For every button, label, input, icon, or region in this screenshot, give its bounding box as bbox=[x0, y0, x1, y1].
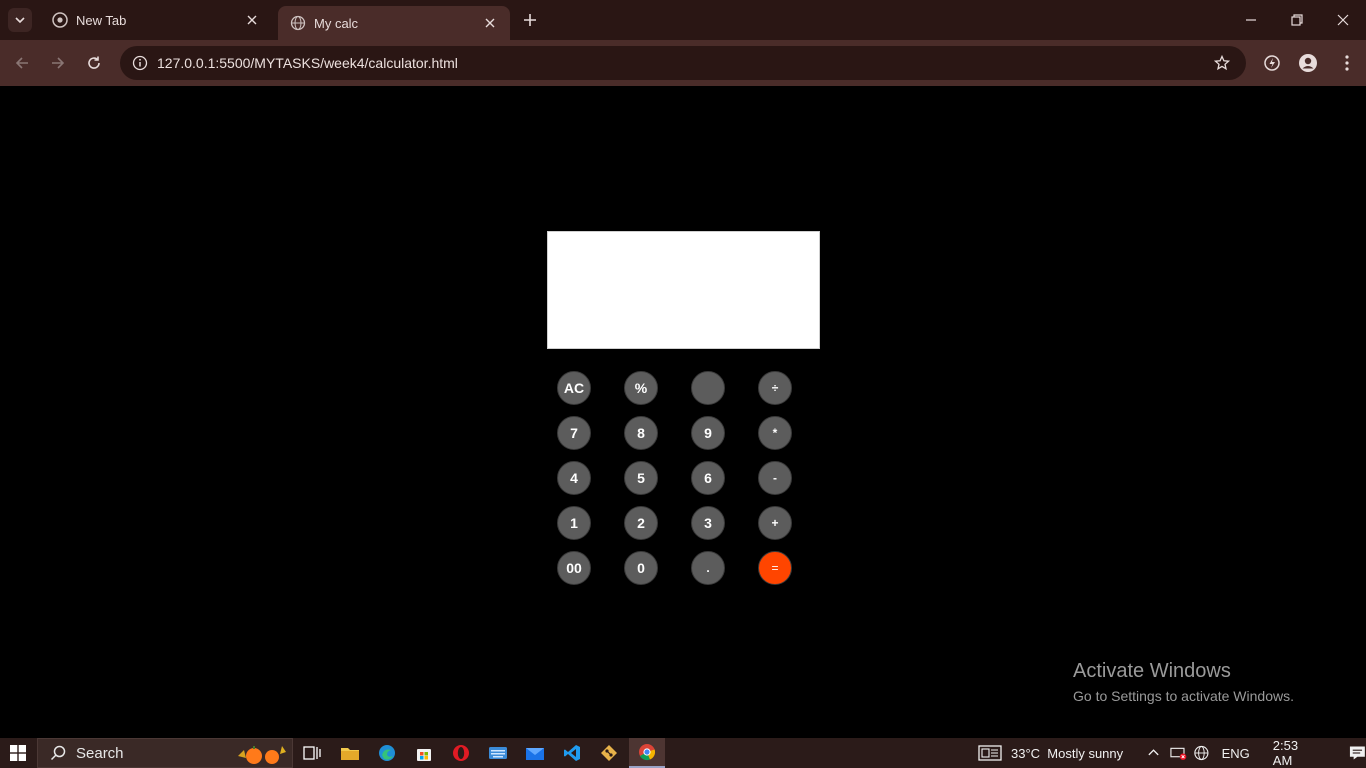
key-8[interactable]: 8 bbox=[624, 416, 658, 450]
bookmark-star-icon[interactable] bbox=[1210, 51, 1234, 75]
key-percent[interactable]: % bbox=[624, 371, 658, 405]
task-view-icon bbox=[303, 746, 321, 760]
tab-my-calc[interactable]: My calc bbox=[278, 6, 510, 40]
notification-icon[interactable] bbox=[1349, 745, 1366, 761]
minimize-button[interactable] bbox=[1228, 0, 1274, 40]
network-disconnected-icon[interactable] bbox=[1170, 745, 1187, 761]
taskbar-opera[interactable] bbox=[443, 738, 479, 768]
close-window-button[interactable] bbox=[1320, 0, 1366, 40]
taskbar: Search 33°C Mostly sunny ENG 2:53 AM bbox=[0, 738, 1366, 768]
store-icon bbox=[417, 749, 431, 761]
edge-icon bbox=[379, 745, 395, 761]
key-1[interactable]: 1 bbox=[557, 506, 591, 540]
performance-icon[interactable] bbox=[1258, 49, 1286, 77]
key-2[interactable]: 2 bbox=[624, 506, 658, 540]
key-6[interactable]: 6 bbox=[691, 461, 725, 495]
chrome-icon bbox=[52, 12, 68, 28]
key-3[interactable]: 3 bbox=[691, 506, 725, 540]
key-5[interactable]: 5 bbox=[624, 461, 658, 495]
taskbar-vscode[interactable] bbox=[554, 738, 590, 768]
taskbar-edge[interactable] bbox=[369, 738, 405, 768]
key-7[interactable]: 7 bbox=[557, 416, 591, 450]
forward-button[interactable] bbox=[42, 47, 74, 79]
globe-icon[interactable] bbox=[1193, 744, 1210, 762]
vscode-icon bbox=[564, 745, 580, 761]
plus-icon bbox=[524, 14, 536, 26]
reload-icon bbox=[88, 56, 100, 69]
calculator-display bbox=[547, 231, 820, 349]
mail-icon bbox=[526, 748, 544, 760]
weather-text: 33°C Mostly sunny bbox=[1011, 745, 1124, 761]
watermark-title: Activate Windows bbox=[1073, 660, 1231, 682]
key-double-zero[interactable]: 00 bbox=[557, 551, 591, 585]
site-info-icon[interactable] bbox=[128, 51, 152, 75]
taskbar-mail[interactable] bbox=[517, 738, 553, 768]
clock[interactable]: 2:53 AM bbox=[1273, 738, 1317, 768]
start-button[interactable] bbox=[0, 738, 36, 768]
chevron-up-icon[interactable] bbox=[1147, 746, 1160, 760]
page-content: AC % ÷ 7 8 9 * 4 5 6 - 1 2 3 + 00 0 . = … bbox=[0, 86, 1366, 738]
taskbar-keyboard[interactable] bbox=[480, 738, 516, 768]
reload-button[interactable] bbox=[78, 47, 110, 79]
key-plus[interactable]: + bbox=[758, 506, 792, 540]
search-label: Search bbox=[76, 744, 124, 762]
key-blank[interactable] bbox=[691, 371, 725, 405]
taskbar-task-view[interactable] bbox=[294, 738, 330, 768]
pumpkin-decoration-icon bbox=[238, 746, 286, 764]
tab-title: New Tab bbox=[76, 12, 127, 28]
git-icon bbox=[601, 745, 617, 761]
profile-avatar-icon[interactable] bbox=[1294, 49, 1322, 77]
restore-icon bbox=[1291, 14, 1303, 26]
arrow-right-icon bbox=[52, 57, 65, 69]
taskbar-chrome[interactable] bbox=[629, 738, 665, 768]
language-indicator[interactable]: ENG bbox=[1222, 746, 1250, 761]
news-icon bbox=[978, 745, 1002, 761]
close-icon bbox=[1337, 14, 1349, 26]
key-4[interactable]: 4 bbox=[557, 461, 591, 495]
taskbar-store[interactable] bbox=[406, 738, 442, 768]
back-button[interactable] bbox=[6, 47, 38, 79]
taskbar-search[interactable]: Search bbox=[37, 738, 293, 768]
menu-kebab-icon[interactable] bbox=[1333, 49, 1361, 77]
system-tray: ENG 2:53 AM bbox=[1147, 738, 1366, 768]
tab-new-tab[interactable]: New Tab bbox=[40, 0, 272, 40]
tab-search-button[interactable] bbox=[8, 8, 32, 32]
new-tab-button[interactable] bbox=[518, 8, 542, 32]
restore-button[interactable] bbox=[1274, 0, 1320, 40]
chevron-down-icon bbox=[15, 17, 25, 24]
taskbar-file-explorer[interactable] bbox=[332, 738, 368, 768]
search-icon bbox=[50, 745, 66, 761]
key-equals[interactable]: = bbox=[758, 551, 792, 585]
minimize-icon bbox=[1246, 19, 1256, 21]
windows-logo-icon bbox=[10, 745, 26, 761]
key-9[interactable]: 9 bbox=[691, 416, 725, 450]
close-icon[interactable] bbox=[482, 15, 498, 31]
url-text[interactable]: 127.0.0.1:5500/MYTASKS/week4/calculator.… bbox=[157, 55, 458, 71]
tab-strip: New Tab My calc bbox=[0, 0, 1366, 40]
close-icon[interactable] bbox=[244, 12, 260, 28]
key-decimal[interactable]: . bbox=[691, 551, 725, 585]
browser-toolbar: 127.0.0.1:5500/MYTASKS/week4/calculator.… bbox=[0, 40, 1366, 86]
tab-title: My calc bbox=[314, 15, 359, 31]
key-minus[interactable]: - bbox=[758, 461, 792, 495]
opera-icon bbox=[453, 745, 469, 761]
folder-icon bbox=[341, 748, 359, 760]
key-multiply[interactable]: * bbox=[758, 416, 792, 450]
key-ac[interactable]: AC bbox=[557, 371, 591, 405]
key-divide[interactable]: ÷ bbox=[758, 371, 792, 405]
key-0[interactable]: 0 bbox=[624, 551, 658, 585]
weather-widget[interactable]: 33°C Mostly sunny bbox=[978, 738, 1123, 768]
chrome-icon bbox=[639, 744, 656, 761]
watermark-subtitle: Go to Settings to activate Windows. bbox=[1073, 688, 1294, 704]
taskbar-git[interactable] bbox=[591, 738, 627, 768]
globe-icon bbox=[290, 15, 306, 31]
keyboard-icon bbox=[489, 747, 507, 759]
address-bar[interactable]: 127.0.0.1:5500/MYTASKS/week4/calculator.… bbox=[120, 46, 1246, 80]
activate-windows-watermark: Activate Windows Go to Settings to activ… bbox=[1073, 660, 1294, 704]
arrow-left-icon bbox=[15, 57, 28, 69]
